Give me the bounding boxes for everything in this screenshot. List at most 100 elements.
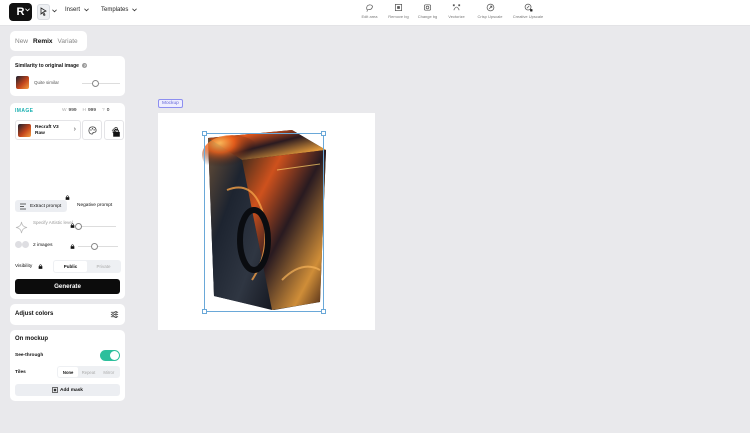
tiles-label: Tiles [15,370,26,375]
similarity-slider-knob[interactable] [91,80,99,87]
visibility-public-option[interactable]: Public [54,261,87,272]
similarity-slider-track[interactable] [82,83,120,84]
info-icon[interactable]: ? [82,63,88,68]
resize-handle-bottom-left[interactable] [202,309,207,314]
edit-area-label: Edit area [361,14,378,19]
lock-icon [65,195,70,200]
artistic-level-slider-track[interactable] [78,226,116,227]
remove-bg-label: Remove bg [388,14,409,19]
chevron-down-icon [132,8,138,12]
mask-icon [52,387,58,393]
similarity-panel: Similarity to original image ? Quite sim… [10,56,125,96]
crisp-upscale-button[interactable]: Crisp Upscale [471,3,509,23]
app-logo[interactable]: R [9,3,32,21]
insert-menu[interactable]: Insert [65,7,89,13]
image-settings-panel: IMAGE W 999 H 999 ? 0 Recraft V3 Raw › Extr… [10,103,125,299]
add-mask-button[interactable]: Add mask [15,384,120,396]
remove-bg-icon [394,3,403,12]
resize-handle-top-left[interactable] [202,131,207,136]
visibility-toggle: Public Private [53,260,121,273]
width-field[interactable]: W 999 [62,108,77,113]
image-count-slider-track[interactable] [78,246,118,247]
edit-area-button[interactable]: Edit area [355,3,384,23]
mode-tabs: New Remix Variate [10,31,87,51]
model-name: Recraft V3 Raw [35,125,59,136]
mockup-frame-label[interactable]: Mockup [158,99,183,108]
templates-menu[interactable]: Templates [101,7,138,13]
extract-prompt-label: Extract prompt [30,203,62,209]
negative-prompt-button[interactable]: Negative prompt [77,203,112,208]
selection-box[interactable] [204,133,324,312]
image-tools: Edit area Remove bg Change bg Vectorize … [355,3,547,23]
chevron-down-icon[interactable] [52,9,57,13]
change-bg-label: Change bg [417,14,438,19]
artistic-level-slider-knob[interactable] [74,223,82,230]
creative-upscale-icon [524,3,532,12]
select-tool-button[interactable] [37,4,50,20]
vectorize-label: Vectorize [448,14,465,19]
change-bg-button[interactable]: Change bg [413,3,442,23]
templates-menu-label: Templates [101,7,129,13]
height-field[interactable]: H 999 [83,108,96,113]
visibility-label: Visibility [15,264,33,269]
lock-icon [70,244,75,249]
adjust-colors-panel[interactable]: Adjust colors [10,304,125,325]
mockup-panel-title: On mockup [15,336,49,342]
image-count-slider-knob[interactable] [90,243,98,250]
generate-button[interactable]: Generate [15,279,120,294]
lock-icon [38,264,43,269]
resize-handle-top-right[interactable] [321,131,326,136]
visibility-control: Visibility Public Private [15,260,121,273]
insert-menu-label: Insert [65,7,81,13]
original-image-thumbnail [16,76,29,89]
similarity-title-text: Similarity to original image [15,63,79,69]
crisp-upscale-label: Crisp Upscale [477,14,503,19]
see-through-toggle[interactable] [100,350,120,361]
palette-icon [88,126,96,134]
see-through-label: See-through [15,353,44,358]
similarity-level-label: Quite similar [34,80,60,85]
tiles-selector: None Repeat Mirror [57,366,120,378]
lock-icon [113,128,120,137]
vectorize-icon [452,4,461,11]
sliders-icon[interactable] [110,310,119,319]
sparkle-icon [15,221,28,234]
chevron-right-icon: › [73,126,76,133]
tab-remix[interactable]: Remix [33,38,53,45]
remove-bg-button[interactable]: Remove bg [384,3,413,23]
tiles-none-option[interactable]: None [58,367,79,377]
image-count-label: 2 images [33,243,53,248]
add-mask-label: Add mask [60,387,83,393]
image-count-icon [15,241,30,251]
image-count-control: 2 images [15,241,120,253]
seed-field[interactable]: ? 0 [102,108,109,113]
model-selector[interactable]: Recraft V3 Raw › [15,120,81,140]
chevron-down-icon[interactable] [25,8,30,12]
mockup-frame[interactable] [158,113,375,330]
chevron-down-icon [84,8,89,12]
tiles-repeat-option[interactable]: Repeat [78,367,98,377]
tab-new[interactable]: New [15,38,28,45]
attach-reference-button[interactable] [104,120,124,140]
adjust-colors-label: Adjust colors [15,311,54,317]
style-palette-button[interactable] [82,120,102,140]
similarity-title: Similarity to original image ? [15,63,88,69]
tab-variate[interactable]: Variate [58,38,78,45]
image-section-label: IMAGE [15,108,34,114]
artistic-level-label: Specify Artistic level [33,220,73,225]
change-bg-icon [423,4,432,11]
tiles-mirror-option[interactable]: Mirror [99,367,119,377]
cursor-icon [40,7,47,17]
creative-upscale-label: Creative Upscale [512,14,544,19]
vectorize-button[interactable]: Vectorize [442,3,471,23]
model-thumbnail [18,124,31,137]
resize-handle-bottom-right[interactable] [321,309,326,314]
top-toolbar: R Insert Templates Edit area Remove bg C… [0,0,750,26]
mockup-panel: On mockup See-through Tiles None Repeat … [10,330,125,401]
extract-prompt-button[interactable]: Extract prompt [15,200,67,212]
extract-icon [20,203,26,209]
image-dimensions: W 999 H 999 ? 0 [62,108,109,113]
crisp-upscale-icon [486,3,494,12]
creative-upscale-button[interactable]: Creative Upscale [509,3,547,23]
visibility-private-option[interactable]: Private [87,261,120,272]
